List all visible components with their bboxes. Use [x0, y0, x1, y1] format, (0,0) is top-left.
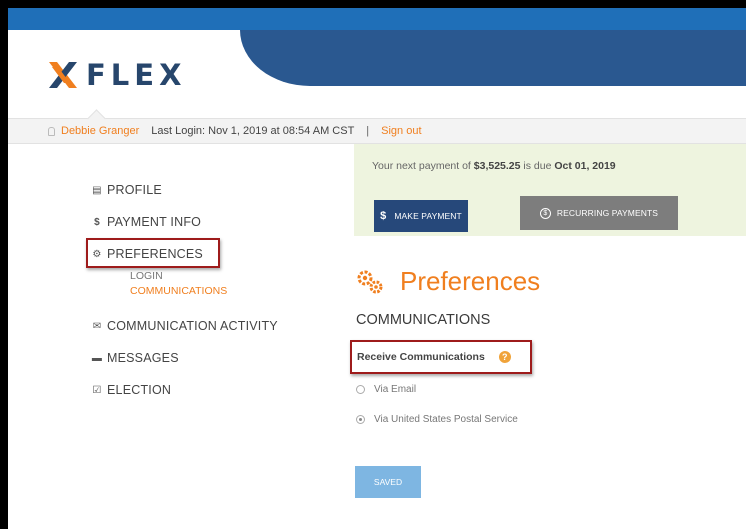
page-title: Preferences [356, 266, 540, 297]
page-title-text: Preferences [400, 266, 541, 296]
top-bar [8, 8, 746, 30]
flex-logo[interactable]: FLEX [48, 58, 186, 92]
envelope-icon: ✉ [92, 320, 102, 332]
preferences-highlight-box [86, 238, 220, 268]
radio-label: Via Email [374, 384, 417, 395]
sidebar-item-label: PROFILE [107, 183, 162, 197]
user-bar: Debbie Granger Last Login: Nov 1, 2019 a… [8, 109, 746, 144]
receive-communications-highlight: Receive Communications ? [350, 340, 532, 374]
section-heading: COMMUNICATIONS [356, 312, 491, 328]
sidebar-nav: ▤ PROFILE $ PAYMENT INFO ⚙ PREFERENCES L… [90, 174, 320, 406]
radio-button[interactable] [356, 385, 365, 394]
flex-x-logo-icon [49, 62, 77, 88]
make-payment-button[interactable]: $ MAKE PAYMENT [374, 200, 468, 232]
site-header: FLEX [8, 30, 746, 118]
sidebar-subitem-login[interactable]: LOGIN [130, 270, 320, 285]
radio-button-selected[interactable] [356, 415, 365, 424]
make-payment-label: MAKE PAYMENT [394, 211, 462, 221]
last-login-text: Last Login: Nov 1, 2019 at 08:54 AM CST [151, 125, 355, 137]
sidebar-item-profile[interactable]: ▤ PROFILE [90, 174, 320, 206]
gears-icon [357, 270, 383, 293]
payment-amount: $3,525.25 [473, 160, 521, 172]
next-payment-message: Your next payment of $3,525.25 is due Oc… [372, 160, 616, 172]
sidebar-item-payment-info[interactable]: $ PAYMENT INFO [90, 206, 320, 238]
radio-option-postal[interactable]: Via United States Postal Service [356, 414, 518, 425]
sidebar-item-label: ELECTION [107, 383, 172, 397]
header-band [240, 30, 746, 86]
radio-label: Via United States Postal Service [374, 414, 518, 425]
dollar-icon: $ [380, 210, 387, 222]
sidebar-item-label: MESSAGES [107, 351, 179, 365]
brand-wordmark: FLEX [86, 58, 187, 92]
id-card-icon: ▤ [92, 184, 102, 196]
payment-message-prefix: Your next payment of [372, 160, 474, 172]
recurring-dollar-icon: $ [539, 207, 551, 219]
radio-option-email[interactable]: Via Email [356, 384, 416, 395]
help-icon[interactable]: ? [498, 351, 511, 363]
payment-banner: Your next payment of $3,525.25 is due Oc… [354, 144, 746, 236]
sidebar-item-label: COMMUNICATION ACTIVITY [107, 319, 278, 333]
dollar-icon: $ [94, 216, 100, 228]
user-name-link[interactable]: Debbie Granger [61, 125, 139, 137]
sidebar-item-messages[interactable]: ▬ MESSAGES [90, 342, 320, 374]
recurring-payments-button[interactable]: $ RECURRING PAYMENTS [520, 196, 678, 230]
sidebar-item-election[interactable]: ☑ ELECTION [90, 374, 320, 406]
receive-communications-label: Receive Communications [357, 351, 485, 363]
sign-out-link[interactable]: Sign out [381, 125, 421, 137]
payment-message-middle: is due [520, 160, 555, 172]
sidebar-item-label: PAYMENT INFO [107, 215, 202, 229]
sidebar-subitem-communications[interactable]: COMMUNICATIONS [130, 285, 320, 300]
recurring-payments-label: RECURRING PAYMENTS [556, 208, 659, 218]
user-icon [48, 126, 55, 136]
checkbox-icon: ☑ [92, 384, 102, 396]
app-window: FLEX Debbie Granger Last Login: Nov 1, 2… [8, 8, 746, 529]
saved-button[interactable]: SAVED [355, 466, 421, 498]
payment-due-date: Oct 01, 2019 [554, 160, 616, 172]
chat-bubble-icon: ▬ [91, 352, 103, 364]
divider: | [366, 125, 370, 137]
sidebar-item-communication-activity[interactable]: ✉ COMMUNICATION ACTIVITY [90, 310, 320, 342]
